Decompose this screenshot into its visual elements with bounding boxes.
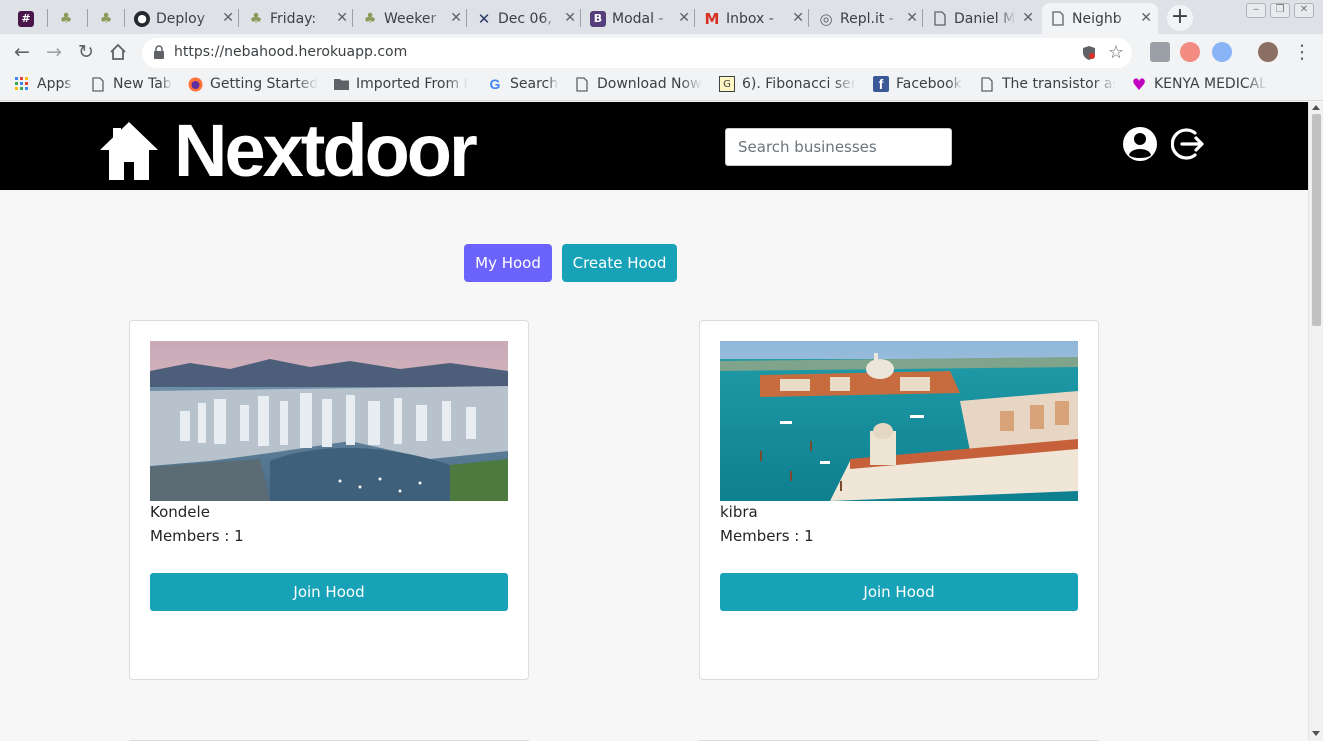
page-icon: [1050, 11, 1066, 27]
apps-grid-icon: [14, 76, 30, 92]
tab-10[interactable]: Daniel M ✕: [924, 3, 1040, 34]
bootstrap-icon: B: [590, 10, 606, 27]
bookmark-kenya-medical[interactable]: ♥ KENYA MEDICAL: [1131, 74, 1268, 94]
close-tab-icon[interactable]: ✕: [1022, 10, 1034, 26]
extension-circle-icon[interactable]: [1212, 42, 1232, 62]
github-icon: ●: [134, 10, 150, 27]
browser-toolbar: ← → ↻ https://nebahood.herokuapp.com ☆ ⋮: [0, 34, 1323, 71]
tab-3[interactable]: ● Deploy ✕: [126, 3, 240, 34]
new-tab-button[interactable]: +: [1167, 5, 1193, 31]
brand-logo[interactable]: Nextdoor: [98, 109, 478, 192]
page-icon: [932, 11, 948, 27]
tab-1[interactable]: ♣: [50, 3, 86, 34]
bookmark-download-now[interactable]: Download Now: [574, 76, 702, 92]
tab-6[interactable]: ✕ Dec 06, ✕: [468, 3, 582, 34]
maximize-button[interactable]: ❐: [1270, 3, 1290, 18]
city-skyline-photo: [150, 341, 508, 501]
back-icon[interactable]: ←: [10, 40, 34, 64]
reload-icon[interactable]: ↻: [74, 40, 98, 64]
brand-name: Nextdoor: [174, 109, 478, 192]
replit-icon: ◎: [819, 9, 833, 28]
bookmark-facebook[interactable]: f Facebook: [873, 76, 962, 92]
url-text: https://nebahood.herokuapp.com: [174, 44, 408, 60]
facebook-icon: f: [873, 76, 889, 92]
bookmark-new-tab[interactable]: New Tab: [90, 76, 172, 92]
tab-active[interactable]: Neighb ✕: [1042, 3, 1158, 34]
page-icon: [574, 76, 590, 92]
page-scrollbar[interactable]: [1308, 102, 1323, 741]
extension-icon[interactable]: [1150, 42, 1170, 62]
palm-icon: ♣: [363, 10, 377, 27]
close-tab-icon[interactable]: ✕: [1140, 10, 1152, 26]
site-navbar: Nextdoor: [0, 102, 1308, 190]
tab-4[interactable]: ♣ Friday: ✕: [240, 3, 354, 34]
folder-icon: [333, 76, 349, 92]
scrollbar-thumb[interactable]: [1312, 114, 1321, 326]
address-bar[interactable]: https://nebahood.herokuapp.com ☆: [142, 38, 1132, 68]
menu-dots-icon[interactable]: ⋮: [1290, 40, 1314, 64]
close-window-button[interactable]: ✕: [1294, 3, 1314, 18]
slack-icon: #: [18, 10, 34, 27]
tab-0[interactable]: #: [10, 3, 46, 34]
hood-card: Kondele Members : 1 Join Hood: [129, 320, 529, 680]
close-tab-icon[interactable]: ✕: [450, 10, 462, 26]
tab-8[interactable]: M Inbox - ✕: [696, 3, 810, 34]
lock-icon: [153, 45, 167, 61]
tab-strip: # ♣ ♣ ● Deploy ✕ ♣ Friday: ✕ ♣ Weeker ✕ …: [0, 0, 1323, 34]
hood-members: Members : 1: [150, 527, 244, 545]
cross-icon: ✕: [477, 9, 491, 28]
bookmark-search[interactable]: G Search: [487, 76, 559, 92]
tab-9[interactable]: ◎ Repl.it - ✕: [810, 3, 924, 34]
hood-name: Kondele: [150, 503, 210, 521]
cookie-blocked-icon[interactable]: [1082, 45, 1096, 61]
minimize-button[interactable]: ‒: [1246, 3, 1266, 18]
profile-avatar[interactable]: [1258, 42, 1278, 62]
join-hood-button[interactable]: Join Hood: [150, 573, 508, 611]
user-circle-icon[interactable]: [1122, 126, 1158, 162]
bookmark-apps[interactable]: Apps: [14, 76, 72, 92]
bookmark-getting-started[interactable]: Getting Started: [187, 76, 318, 92]
tab-2[interactable]: ♣: [90, 3, 126, 34]
house-icon: [100, 122, 158, 180]
google-icon: G: [489, 76, 501, 92]
heart-icon: ♥: [1131, 74, 1147, 94]
join-hood-button[interactable]: Join Hood: [720, 573, 1078, 611]
page-viewport: Nextdoor My Hood Create Hood: [0, 102, 1308, 741]
my-hood-button[interactable]: My Hood: [464, 244, 552, 282]
hood-name: kibra: [720, 503, 758, 521]
palm-icon: ♣: [249, 10, 263, 27]
hood-members: Members : 1: [720, 527, 814, 545]
close-tab-icon[interactable]: ✕: [906, 10, 918, 26]
page-icon: [90, 76, 106, 92]
hood-card: kibra Members : 1 Join Hood: [699, 320, 1099, 680]
firefox-icon: [187, 76, 203, 92]
gmail-icon: M: [704, 9, 720, 28]
scroll-down-arrow-icon[interactable]: [1312, 731, 1320, 736]
bookmark-fibonacci[interactable]: G 6). Fibonacci seri: [719, 76, 856, 92]
close-tab-icon[interactable]: ✕: [222, 10, 234, 26]
palm-icon: ♣: [59, 10, 73, 27]
page-icon: [979, 76, 995, 92]
venice-lagoon-photo: [720, 341, 1078, 501]
search-input[interactable]: [725, 128, 952, 166]
palm-icon: ♣: [99, 10, 113, 27]
close-tab-icon[interactable]: ✕: [564, 10, 576, 26]
bookmarks-bar: Apps New Tab Getting Started Imported Fr…: [0, 71, 1323, 101]
tab-7[interactable]: B Modal - ✕: [582, 3, 696, 34]
fibonacci-icon: G: [719, 76, 735, 92]
create-hood-button[interactable]: Create Hood: [562, 244, 677, 282]
bookmark-transistor[interactable]: The transistor as: [979, 76, 1116, 92]
forward-icon[interactable]: →: [42, 40, 66, 64]
extension-arrow-icon[interactable]: [1180, 42, 1200, 62]
sign-out-icon[interactable]: [1170, 126, 1207, 162]
scroll-up-arrow-icon[interactable]: [1312, 105, 1320, 110]
close-tab-icon[interactable]: ✕: [336, 10, 348, 26]
home-icon[interactable]: [106, 40, 130, 64]
bookmark-imported[interactable]: Imported From F: [333, 76, 468, 92]
close-tab-icon[interactable]: ✕: [678, 10, 690, 26]
tab-5[interactable]: ♣ Weeker ✕: [354, 3, 468, 34]
bookmark-star-icon[interactable]: ☆: [1108, 42, 1124, 63]
close-tab-icon[interactable]: ✕: [792, 10, 804, 26]
